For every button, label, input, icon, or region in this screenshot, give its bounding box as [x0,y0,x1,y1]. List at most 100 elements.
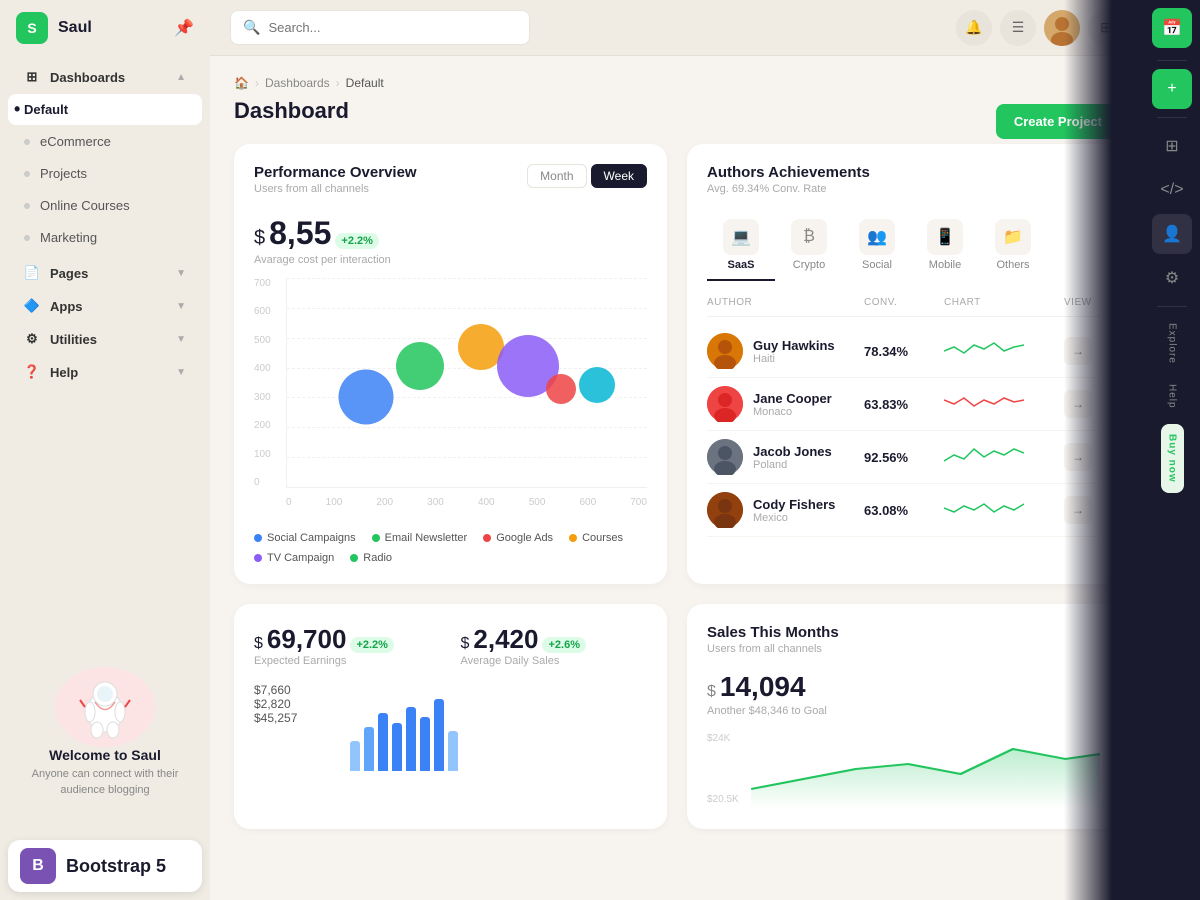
author-info-guy: Guy Hawkins Haiti [707,333,864,369]
author-tab-saas[interactable]: 💻 SaaS [707,211,775,281]
authors-table: AUTHOR CONV. CHART VIEW [707,297,1100,537]
sales-y-24k: $24K [707,733,739,744]
sales-value-wrapper: $ 14,094 [707,671,1100,703]
view-btn-jacob[interactable]: → [1064,443,1092,471]
sales-subtitle: Users from all channels [707,643,1100,655]
sidebar-item-marketing[interactable]: Marketing [8,222,202,253]
user-icon-rp[interactable]: 👤 [1152,214,1192,254]
author-details-jacob: Jacob Jones Poland [753,444,832,471]
author-details-guy: Guy Hawkins Haiti [753,338,835,365]
authors-header: AUTHOR CONV. CHART VIEW [707,297,1100,317]
author-tab-others[interactable]: 📁 Others [979,211,1047,281]
chevron-up-icon: ▲ [176,72,186,83]
sidebar-item-default[interactable]: Default [8,94,202,125]
conv-jane: 63.83% [864,397,944,412]
settings-button[interactable]: ⊞ [1088,10,1124,46]
legend-google: Google Ads [483,532,553,544]
author-row-cody: Cody Fishers Mexico 63.08% → [707,484,1100,537]
perf-title: Performance Overview [254,164,417,181]
author-tab-mobile[interactable]: 📱 Mobile [911,211,979,281]
chart-legend: Social Campaigns Email Newsletter Google… [254,532,647,564]
sidebar-label-projects: Projects [40,166,87,181]
view-btn-guy[interactable]: → [1064,337,1092,365]
author-info-cody: Cody Fishers Mexico [707,492,864,528]
sidebar-item-online-courses[interactable]: Online Courses [8,190,202,221]
notification-button[interactable]: 🔔 [956,10,992,46]
sales-y-axis: $24K $20.5K [707,729,739,809]
author-tab-social[interactable]: 👥 Social [843,211,911,281]
legend-dot-email [372,534,380,542]
sidebar-item-pages[interactable]: 📄 Pages ▼ [8,257,202,289]
earnings-number: 69,700 [267,624,347,655]
app-brand: Saul [58,19,92,37]
help-label[interactable]: Help [1167,376,1178,417]
divider-3 [1157,306,1187,307]
code-icon[interactable]: </> [1152,170,1192,210]
sidebar-item-help[interactable]: ❓ Help ▼ [8,356,202,388]
chart-jacob [944,443,1024,471]
divider-2 [1157,117,1187,118]
y-label-400: 400 [254,363,271,374]
user-avatar[interactable] [1044,10,1080,46]
home-icon[interactable]: 🏠 [234,76,249,90]
bubble [396,342,444,390]
menu-button[interactable]: ☰ [1000,10,1036,46]
perf-subtitle: Users from all channels [254,183,417,195]
content-area: 🏠 › Dashboards › Default Dashboard Creat… [210,56,1144,900]
view-btn-jane[interactable]: → [1064,390,1092,418]
breadcrumb: 🏠 › Dashboards › Default [234,76,1120,90]
grid-icon[interactable]: ⊞ [1152,126,1192,166]
add-button[interactable]: + [1152,69,1192,109]
header-chart: CHART [944,297,1064,308]
y-label-200: 200 [254,420,271,431]
header-conv: CONV. [864,297,944,308]
page-title: Dashboard [234,98,1120,124]
topbar-icons: 🔔 ☰ ⊞ [956,10,1124,46]
author-tab-others-label: Others [996,259,1029,271]
author-name-jane: Jane Cooper [753,391,832,406]
sidebar-label-help: Help [50,365,78,380]
period-month-tab[interactable]: Month [527,164,586,188]
divider-1 [1157,60,1187,61]
help-icon: ❓ [24,364,40,380]
sidebar-item-projects[interactable]: Projects [8,158,202,189]
search-input[interactable] [268,20,517,35]
legend-dot-courses [569,534,577,542]
period-week-tab[interactable]: Week [591,164,647,188]
daily-sales: $ 2,420 +2.6% Average Daily Sales [461,624,648,667]
x-label-600: 600 [579,497,596,508]
crypto-icon: ₿ [791,219,827,255]
authors-subtitle: Avg. 69.34% Conv. Rate [707,183,1100,195]
legend-tv: TV Campaign [254,552,334,564]
view-btn-cody[interactable]: → [1064,496,1092,524]
breadcrumb-dashboards[interactable]: Dashboards [265,76,330,90]
calendar-button[interactable]: 📅 [1152,8,1192,48]
sidebar-item-utilities[interactable]: ⚙ Utilities ▼ [8,323,202,355]
create-project-button[interactable]: Create Project [996,104,1120,139]
sidebar-item-apps[interactable]: 🔷 Apps ▼ [8,290,202,322]
sidebar-item-ecommerce[interactable]: eCommerce [8,126,202,157]
sidebar-label-pages: Pages [50,266,88,281]
sidebar-header: S Saul 📌 [0,0,210,56]
x-label-400: 400 [478,497,495,508]
settings-icon-rp[interactable]: ⚙ [1152,258,1192,298]
sales-title: Sales This Months [707,624,1100,641]
legend-social: Social Campaigns [254,532,356,544]
expected-earnings: $ 69,700 +2.2% Expected Earnings [254,624,441,667]
author-details-cody: Cody Fishers Mexico [753,497,835,524]
pages-icon: 📄 [24,265,40,281]
search-box[interactable]: 🔍 [230,10,530,45]
mobile-icon: 📱 [927,219,963,255]
explore-label[interactable]: Explore [1167,315,1178,372]
buy-now-button[interactable]: Buy now [1161,424,1184,493]
others-icon: 📁 [995,219,1031,255]
x-label-200: 200 [376,497,393,508]
avatar-guy [707,333,743,369]
chevron-down-icon-utilities: ▼ [176,334,186,345]
author-country-jacob: Poland [753,459,832,471]
authors-card: Authors Achievements Avg. 69.34% Conv. R… [687,144,1120,584]
sidebar-label-online-courses: Online Courses [40,198,130,213]
sidebar-item-dashboards[interactable]: ⊞ Dashboards ▲ [8,61,202,93]
author-tab-crypto[interactable]: ₿ Crypto [775,211,843,281]
pin-icon[interactable]: 📌 [174,18,194,38]
